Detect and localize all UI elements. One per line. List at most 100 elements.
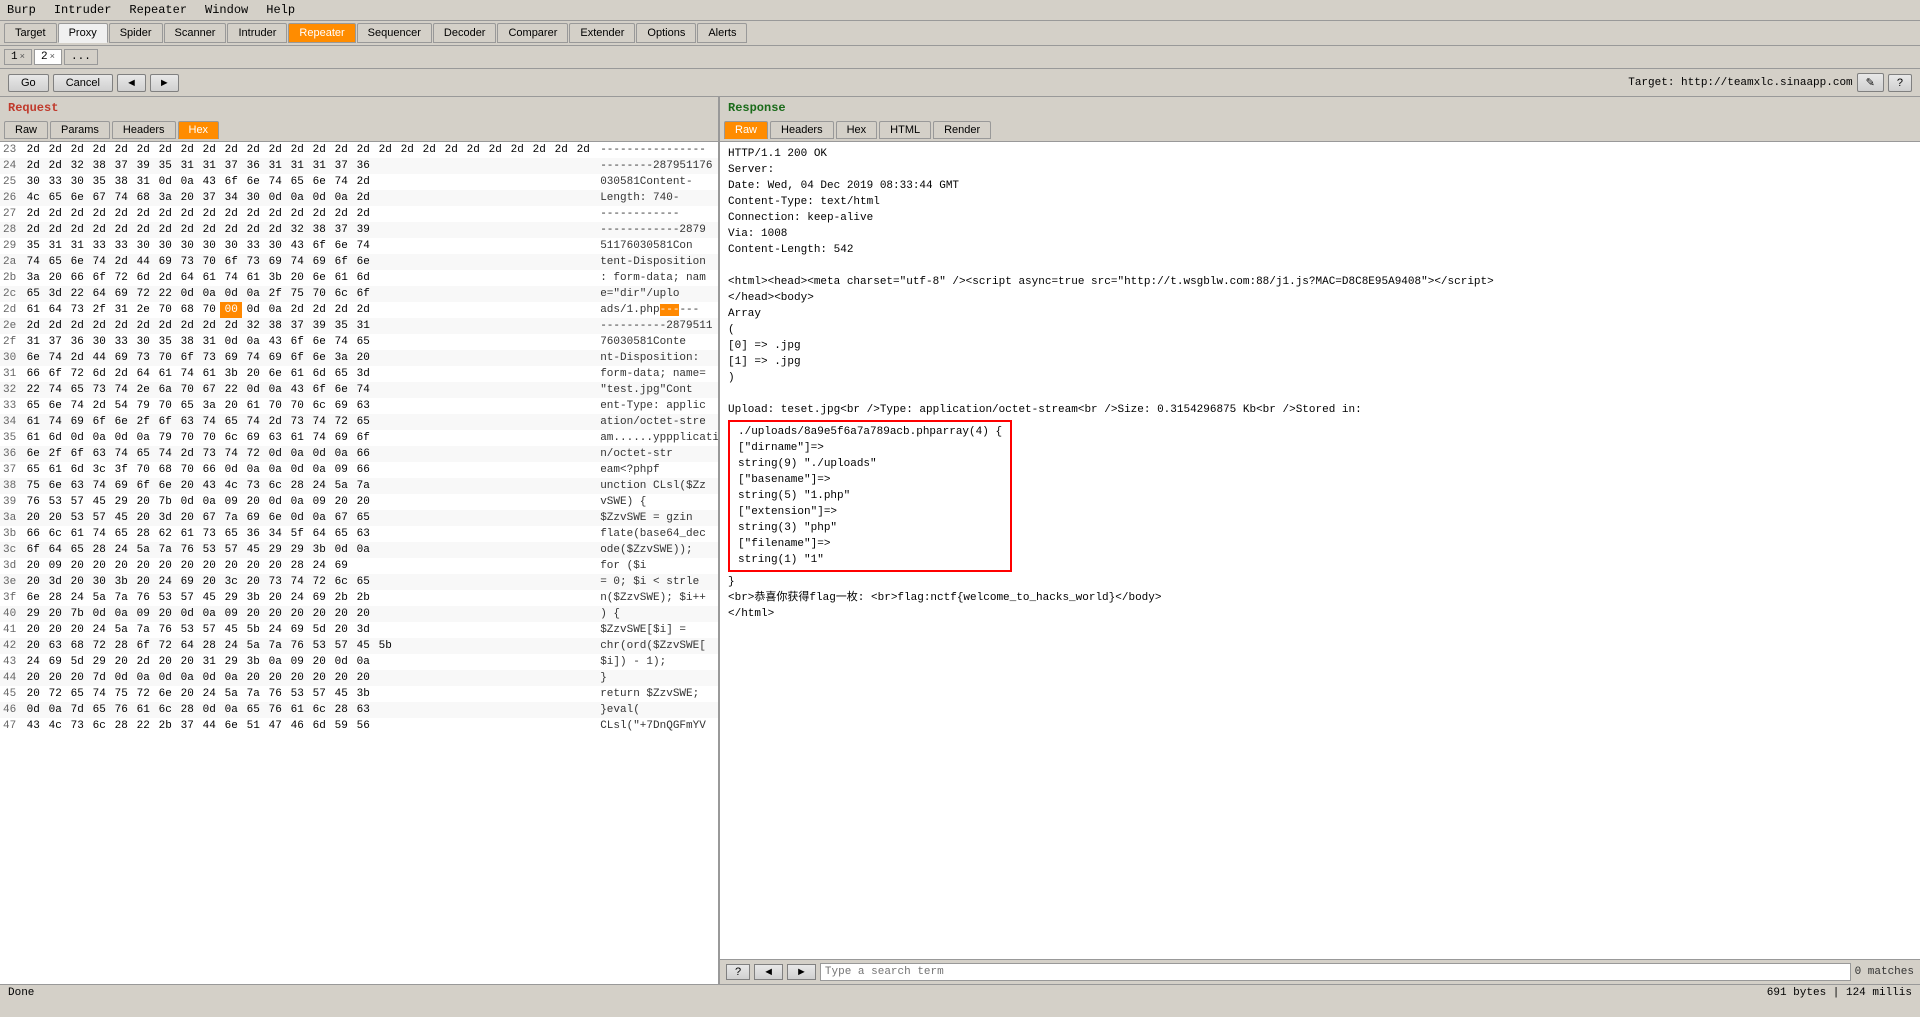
hex-cell[interactable]: 65 bbox=[88, 702, 110, 718]
hex-cell[interactable]: 2d bbox=[44, 142, 66, 158]
num-tab-1[interactable]: 1 × bbox=[4, 49, 32, 65]
hex-cell[interactable]: 61 bbox=[286, 430, 308, 446]
hex-cell[interactable]: 2d bbox=[88, 142, 110, 158]
hex-cell[interactable]: 2d bbox=[110, 222, 132, 238]
request-tab-hex[interactable]: Hex bbox=[178, 121, 220, 139]
hex-cell[interactable]: 33 bbox=[110, 238, 132, 254]
hex-cell[interactable]: 69 bbox=[44, 654, 66, 670]
hex-cell[interactable]: 65 bbox=[220, 526, 242, 542]
hex-cell[interactable]: 33 bbox=[44, 174, 66, 190]
hex-cell[interactable]: 70 bbox=[154, 302, 176, 318]
hex-cell[interactable]: 30 bbox=[132, 238, 154, 254]
hex-cell[interactable]: 30 bbox=[242, 190, 264, 206]
menu-intruder[interactable]: Intruder bbox=[51, 2, 115, 18]
hex-cell[interactable]: 2d bbox=[154, 270, 176, 286]
hex-cell[interactable]: 63 bbox=[44, 638, 66, 654]
hex-cell[interactable]: 0d bbox=[264, 190, 286, 206]
hex-cell[interactable]: 39 bbox=[352, 222, 374, 238]
hex-cell[interactable]: 70 bbox=[198, 254, 220, 270]
hex-cell[interactable]: 7a bbox=[264, 638, 286, 654]
hex-cell[interactable]: 30 bbox=[154, 238, 176, 254]
menu-help[interactable]: Help bbox=[263, 2, 298, 18]
hex-cell[interactable]: 6f bbox=[44, 366, 66, 382]
hex-cell[interactable]: 22 bbox=[220, 382, 242, 398]
hex-cell[interactable]: 31 bbox=[132, 174, 154, 190]
hex-cell[interactable]: 2d bbox=[286, 142, 308, 158]
tab-1-close[interactable]: × bbox=[20, 52, 25, 62]
hex-cell[interactable]: 73 bbox=[242, 478, 264, 494]
hex-cell[interactable]: 4c bbox=[44, 718, 66, 734]
hex-cell[interactable]: 79 bbox=[132, 398, 154, 414]
hex-cell[interactable]: 2d bbox=[88, 398, 110, 414]
hex-cell[interactable]: 2b bbox=[330, 590, 352, 606]
hex-cell[interactable]: 2d bbox=[110, 142, 132, 158]
hex-cell[interactable]: 35 bbox=[330, 318, 352, 334]
hex-cell[interactable]: 70 bbox=[154, 398, 176, 414]
hex-cell[interactable]: 0a bbox=[286, 446, 308, 462]
hex-cell[interactable]: 2e bbox=[132, 382, 154, 398]
hex-cell[interactable]: 29 bbox=[286, 542, 308, 558]
hex-cell[interactable]: 53 bbox=[308, 638, 330, 654]
hex-cell[interactable]: 0d bbox=[286, 462, 308, 478]
hex-cell[interactable]: 22 bbox=[22, 382, 44, 398]
hex-cell[interactable]: 44 bbox=[132, 254, 154, 270]
hex-cell[interactable]: 2d bbox=[110, 254, 132, 270]
hex-cell[interactable]: 65 bbox=[132, 446, 154, 462]
hex-cell[interactable]: 20 bbox=[44, 622, 66, 638]
hex-cell[interactable]: 76 bbox=[264, 686, 286, 702]
hex-cell[interactable]: 63 bbox=[176, 414, 198, 430]
hex-cell[interactable]: 39 bbox=[308, 318, 330, 334]
hex-cell[interactable]: 68 bbox=[132, 190, 154, 206]
hex-cell[interactable]: 38 bbox=[308, 222, 330, 238]
hex-cell[interactable]: 69 bbox=[242, 430, 264, 446]
hex-cell[interactable]: 6e bbox=[308, 174, 330, 190]
hex-cell[interactable]: 74 bbox=[308, 414, 330, 430]
hex-cell[interactable]: 7a bbox=[154, 542, 176, 558]
hex-cell[interactable]: 69 bbox=[220, 350, 242, 366]
hex-cell[interactable]: 62 bbox=[154, 526, 176, 542]
hex-cell[interactable]: 2d bbox=[176, 142, 198, 158]
hex-cell[interactable]: 2f bbox=[88, 302, 110, 318]
hex-cell[interactable]: 2d bbox=[66, 222, 88, 238]
hex-cell[interactable]: 74 bbox=[44, 350, 66, 366]
hex-cell[interactable]: 57 bbox=[220, 542, 242, 558]
response-tab-hex[interactable]: Hex bbox=[836, 121, 878, 139]
hex-cell[interactable]: 2d bbox=[198, 142, 220, 158]
hex-cell[interactable]: 29 bbox=[220, 654, 242, 670]
hex-cell[interactable]: 20 bbox=[198, 558, 220, 574]
hex-cell[interactable]: 31 bbox=[198, 158, 220, 174]
hex-cell[interactable]: 2d bbox=[44, 222, 66, 238]
hex-cell[interactable]: 0d bbox=[110, 430, 132, 446]
hex-cell[interactable]: 29 bbox=[22, 606, 44, 622]
hex-cell[interactable]: 31 bbox=[286, 158, 308, 174]
hex-cell[interactable]: 20 bbox=[176, 558, 198, 574]
hex-cell[interactable]: 0a bbox=[44, 702, 66, 718]
hex-cell[interactable]: 63 bbox=[264, 430, 286, 446]
hex-cell[interactable]: 69 bbox=[308, 590, 330, 606]
hex-cell[interactable]: 09 bbox=[308, 494, 330, 510]
hex-cell[interactable]: 5b bbox=[242, 622, 264, 638]
hex-cell[interactable]: 2d bbox=[66, 206, 88, 222]
hex-cell[interactable]: 61 bbox=[286, 702, 308, 718]
hex-cell[interactable]: 20 bbox=[22, 558, 44, 574]
hex-cell[interactable]: 3f bbox=[110, 462, 132, 478]
hex-cell[interactable]: 24 bbox=[220, 638, 242, 654]
hex-cell[interactable]: 69 bbox=[264, 254, 286, 270]
hex-cell[interactable]: 20 bbox=[308, 654, 330, 670]
hex-cell[interactable]: 70 bbox=[198, 302, 220, 318]
hex-cell[interactable]: 6f bbox=[132, 478, 154, 494]
hex-cell[interactable]: 61 bbox=[330, 270, 352, 286]
hex-cell[interactable]: 20 bbox=[330, 622, 352, 638]
hex-cell[interactable]: 74 bbox=[330, 334, 352, 350]
hex-cell[interactable]: 57 bbox=[198, 622, 220, 638]
hex-cell[interactable]: 68 bbox=[66, 638, 88, 654]
hex-cell[interactable]: 45 bbox=[88, 494, 110, 510]
hex-cell[interactable]: 0d bbox=[198, 670, 220, 686]
hex-cell[interactable]: 6c bbox=[88, 718, 110, 734]
hex-cell[interactable]: 61 bbox=[198, 270, 220, 286]
hex-cell[interactable]: 0d bbox=[264, 446, 286, 462]
hex-cell[interactable]: 57 bbox=[88, 510, 110, 526]
hex-cell[interactable]: 76 bbox=[286, 638, 308, 654]
hex-cell[interactable]: 6e bbox=[22, 350, 44, 366]
hex-cell[interactable]: 34 bbox=[264, 526, 286, 542]
